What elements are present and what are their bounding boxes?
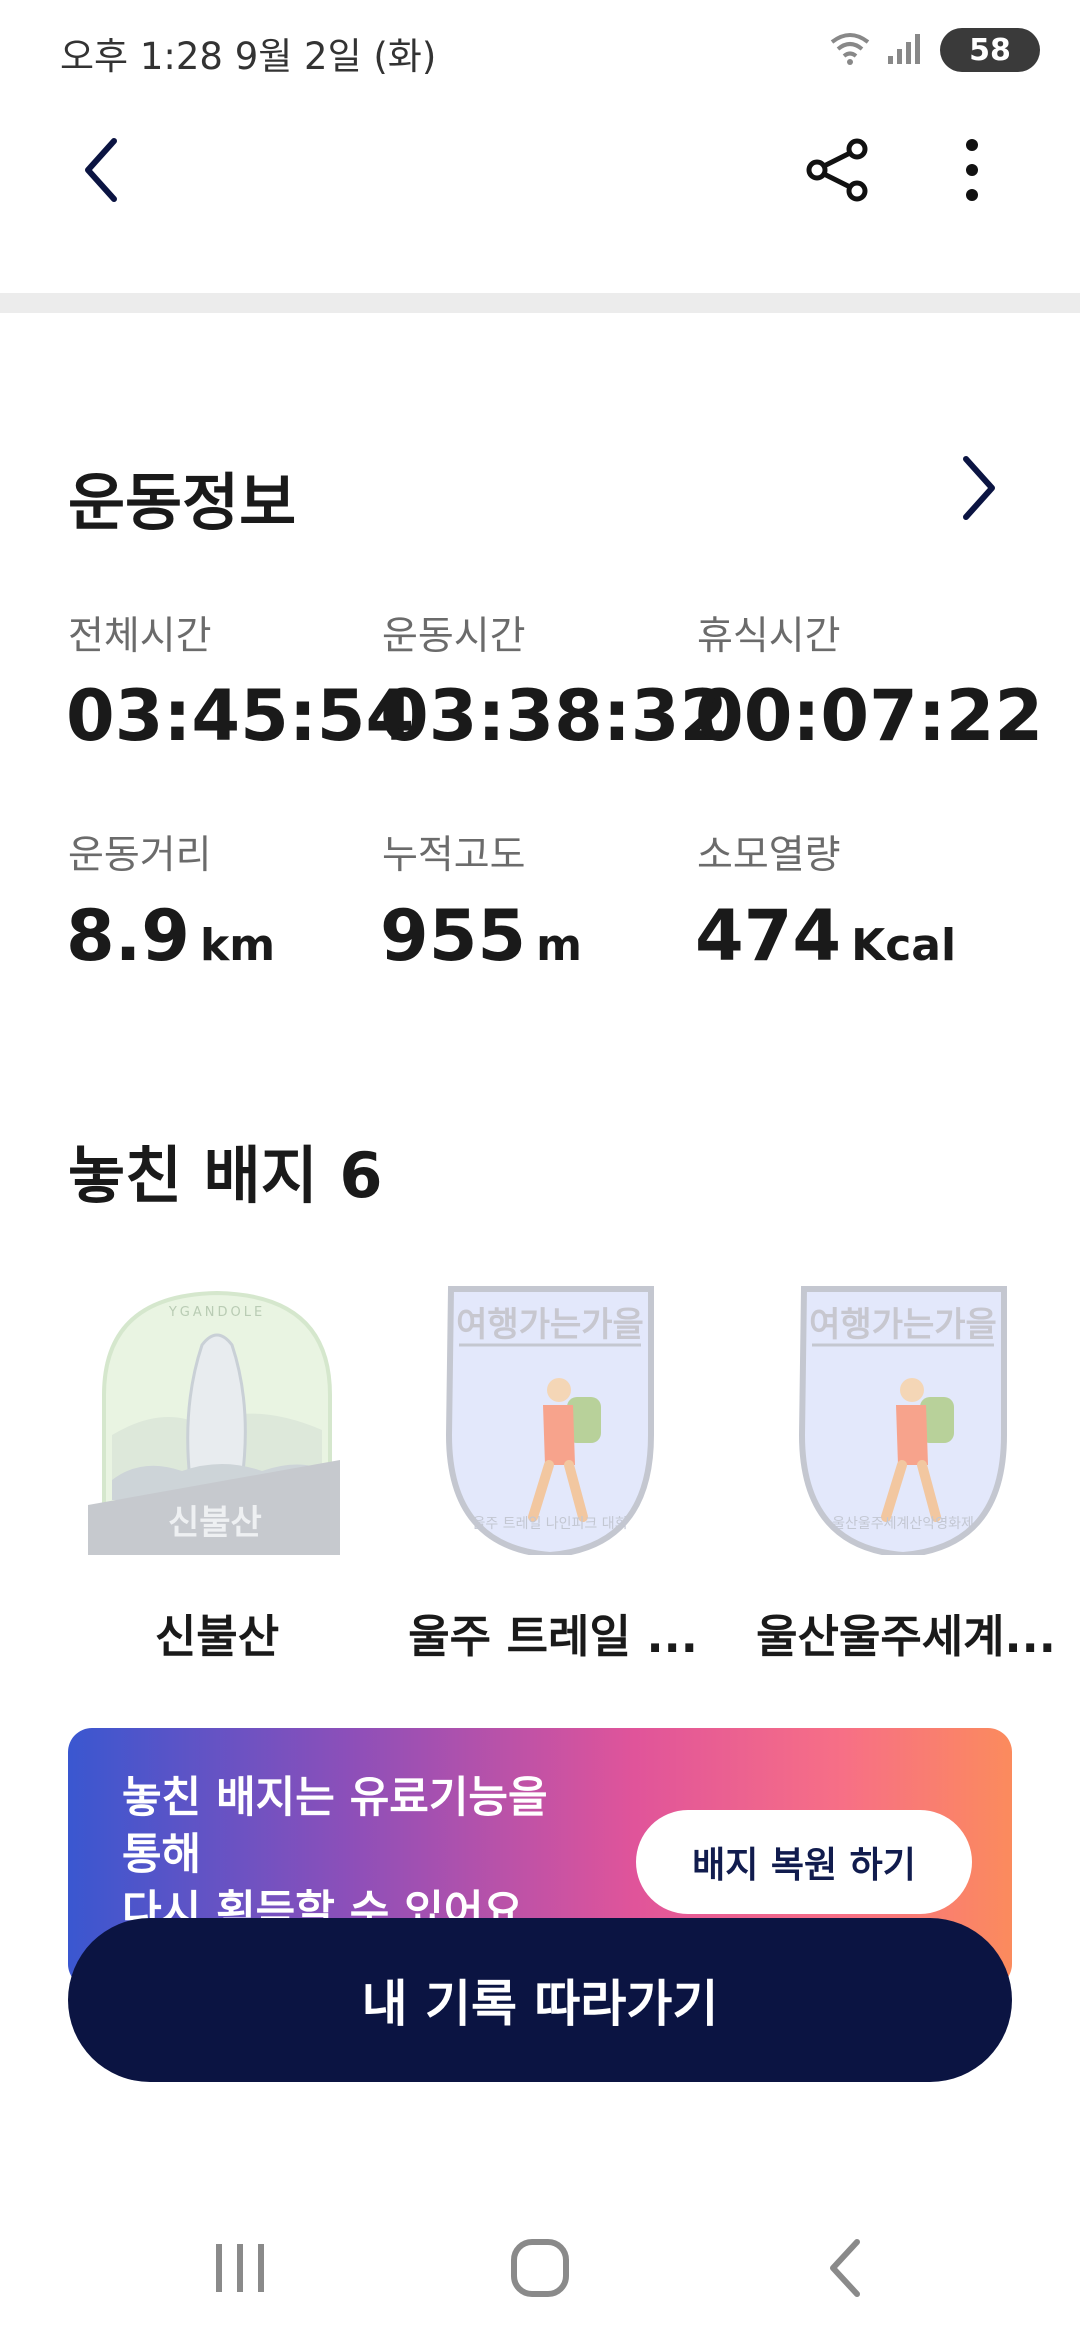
more-vert-icon	[962, 137, 982, 207]
badge-ulju-trail-text: 여행가는가을	[456, 1305, 644, 1345]
recent-apps-button[interactable]	[190, 2220, 290, 2320]
stat-label-rest-time: 휴식시간	[697, 614, 841, 659]
promo-text-line: 놓친 배지는 유료기능을	[122, 1773, 548, 1823]
exercise-info-title: 운동정보	[68, 466, 297, 539]
system-back-button[interactable]	[795, 2220, 895, 2320]
share-icon	[805, 137, 871, 207]
stat-value-elevation: 955	[380, 895, 527, 977]
badge-ulju-trail-arc-text: 울주 트레일 나인피크 대회	[472, 1516, 628, 1532]
stat-value-distance: 8.9	[66, 895, 191, 977]
stat-label-exercise-time: 운동시간	[382, 614, 526, 659]
section-divider	[0, 293, 1080, 313]
promo-text-line: 통해	[122, 1830, 202, 1880]
top-app-bar	[0, 110, 1080, 240]
exercise-info-detail-button[interactable]	[928, 440, 1028, 540]
badge-ulju-trail[interactable]: 여행가는가을 울주 트레일 나인피크 대회	[415, 1285, 685, 1559]
follow-my-record-button[interactable]: 내 기록 따라가기	[68, 1918, 1012, 2082]
system-back-icon	[825, 2238, 865, 2302]
stat-value-total-time: 03:45:54	[66, 675, 415, 757]
stat-value-rest-time: 00:07:22	[695, 675, 1044, 757]
status-bar: 오후 1:28 9월 2일 (화) 58	[0, 0, 1080, 100]
stat-label-distance: 운동거리	[68, 833, 212, 878]
badge-shinbulsan[interactable]: 신불산 YGANDOLE	[82, 1285, 352, 1557]
stat-unit-elevation: m	[536, 920, 582, 971]
stat-value-calories: 474	[695, 895, 842, 977]
badge-shinbulsan-arc-text: YGANDOLE	[168, 1305, 266, 1320]
stat-unit-distance: km	[200, 920, 276, 971]
restore-badge-button[interactable]: 배지 복원 하기	[636, 1810, 972, 1914]
system-nav-bar	[0, 2200, 1080, 2340]
battery-level: 58	[969, 32, 1011, 68]
stat-unit-calories: Kcal	[851, 920, 957, 971]
back-arrow-icon	[80, 135, 124, 209]
status-time: 오후 1:28 9월 2일 (화)	[60, 35, 437, 78]
badge-name: 신불산	[154, 1610, 280, 1663]
battery-icon: 58	[940, 28, 1040, 72]
badge-ulsan-film-festival-arc-text: 울산울주세계산악영화제	[832, 1516, 974, 1532]
home-icon	[510, 2238, 570, 2302]
promo-text: 놓친 배지는 유료기능을 통해 다시 획득할 수 있어요	[122, 1770, 622, 1941]
stat-distance: 8.9 km	[66, 895, 275, 977]
badge-name: 울주 트레일 ...	[408, 1610, 698, 1663]
stat-label-elevation: 누적고도	[382, 833, 526, 878]
wifi-icon	[828, 30, 872, 70]
stat-label-calories: 소모열량	[697, 833, 841, 878]
stat-label-total-time: 전체시간	[68, 614, 212, 659]
badge-ulsan-film-festival[interactable]: 여행가는가을 울산울주세계산악영화제	[768, 1285, 1038, 1559]
stat-calories: 474 Kcal	[695, 895, 956, 977]
share-button[interactable]	[788, 122, 888, 222]
badge-shinbulsan-label: 신불산	[168, 1503, 262, 1543]
recent-apps-icon	[212, 2240, 268, 2300]
stat-value-exercise-time: 03:38:32	[380, 675, 729, 757]
badge-name: 울산울주세계...	[756, 1610, 1056, 1663]
signal-icon	[886, 30, 926, 70]
more-button[interactable]	[922, 122, 1022, 222]
home-button[interactable]	[490, 2220, 590, 2320]
back-button[interactable]	[52, 122, 152, 222]
badge-ulsan-film-festival-text: 여행가는가을	[809, 1305, 997, 1345]
status-icons: 58	[828, 26, 1040, 74]
missed-badges-title: 놓친 배지 6	[68, 1139, 383, 1212]
chevron-right-icon	[958, 455, 998, 525]
stat-elevation: 955 m	[380, 895, 582, 977]
